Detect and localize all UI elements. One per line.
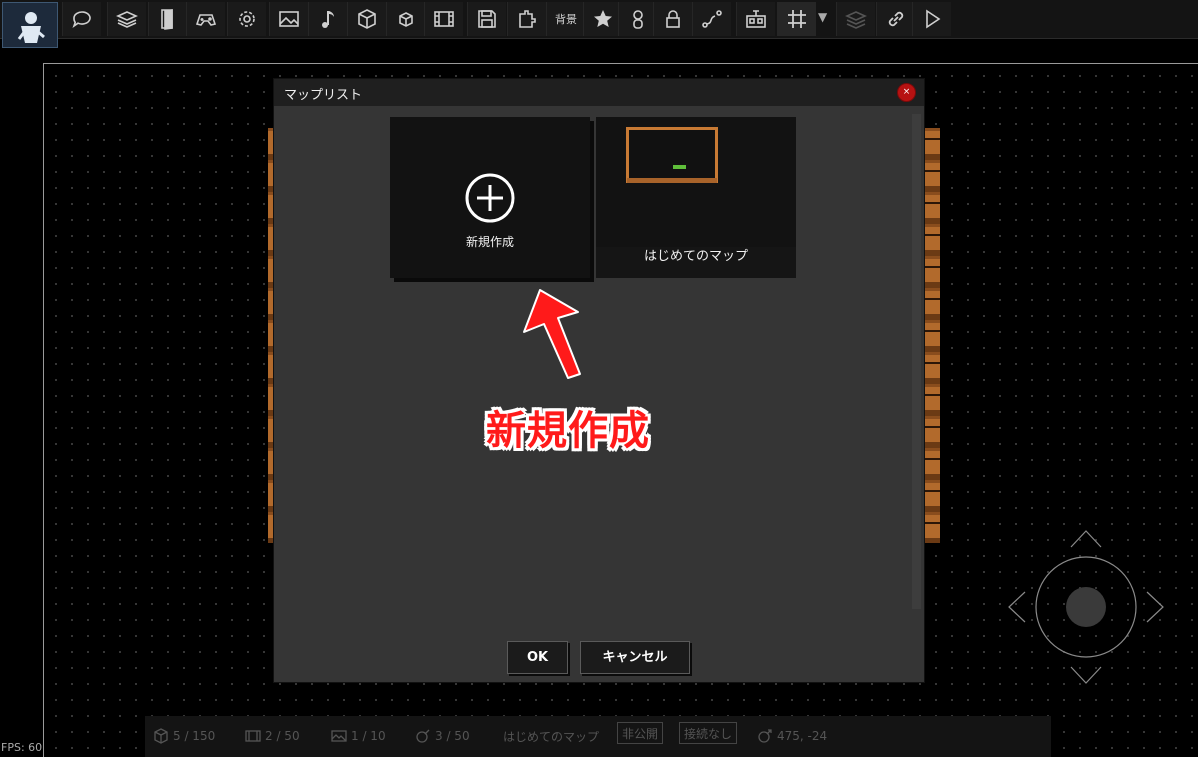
image-icon[interactable] xyxy=(269,2,308,36)
person-icon[interactable] xyxy=(618,2,657,36)
lock-icon[interactable] xyxy=(653,2,692,36)
new-map-card[interactable]: 新規作成 xyxy=(390,117,590,278)
status-map-name: はじめてのマップ xyxy=(503,728,599,745)
status-images: 1 / 10 xyxy=(331,728,386,744)
cube-icon xyxy=(154,728,168,744)
character-logo-icon xyxy=(17,12,45,43)
robot-icon[interactable] xyxy=(736,2,775,36)
film-icon[interactable] xyxy=(424,2,463,36)
image-icon xyxy=(331,730,347,742)
dialog-scrollbar[interactable] xyxy=(912,114,921,609)
map-wall-right xyxy=(922,128,940,543)
speech-bubble-icon[interactable] xyxy=(62,2,101,36)
ok-button[interactable]: OK xyxy=(507,641,568,674)
current-map-name: はじめてのマップ xyxy=(503,730,600,744)
dpad-down-icon xyxy=(1070,666,1102,684)
film-icon xyxy=(245,730,261,742)
status-switches: 3 / 50 xyxy=(415,728,470,744)
close-button[interactable]: × xyxy=(897,83,916,102)
switches-count: 3 / 50 xyxy=(435,729,470,743)
status-bar: 5 / 150 2 / 50 1 / 10 3 / 50 はじめてのマップ 非公… xyxy=(145,716,1051,757)
dpad-left-icon xyxy=(1008,591,1026,623)
map-list-dialog: マップリスト × 新規作成 はじめてのマップ OK キャンセル xyxy=(274,79,924,682)
layers-icon[interactable] xyxy=(836,2,875,36)
status-scenes: 2 / 50 xyxy=(245,728,300,744)
gamepad-icon[interactable] xyxy=(186,2,225,36)
dialog-header: マップリスト × xyxy=(274,79,924,106)
new-map-label: 新規作成 xyxy=(465,235,514,249)
annotation-text: 新規作成 xyxy=(486,408,650,454)
dpad-up-icon xyxy=(1070,530,1102,548)
plus-circle-icon xyxy=(465,173,515,223)
map-card-label: はじめてのマップ xyxy=(596,247,796,278)
objects-count: 5 / 150 xyxy=(173,729,216,743)
connection-badge[interactable]: 接続なし xyxy=(679,722,738,744)
background-label: 背景 xyxy=(555,13,577,26)
status-coords: 475, -24 xyxy=(757,728,827,744)
cancel-button[interactable]: キャンセル xyxy=(580,641,690,674)
fps-counter: FPS: 60 xyxy=(1,741,43,754)
grid-dropdown-caret[interactable]: ▼ xyxy=(818,10,827,24)
images-count: 1 / 10 xyxy=(351,729,386,743)
map-card[interactable]: はじめてのマップ xyxy=(596,117,796,278)
dpad-stick xyxy=(1066,587,1106,627)
music-note-icon[interactable] xyxy=(308,2,347,36)
cube-icon[interactable] xyxy=(347,2,386,36)
gear-icon[interactable] xyxy=(227,2,266,36)
path-icon[interactable] xyxy=(692,2,731,36)
plugin-icon[interactable] xyxy=(507,2,546,36)
annotation-arrow xyxy=(523,289,581,379)
link-icon[interactable] xyxy=(876,2,915,36)
dialog-title: マップリスト xyxy=(284,88,363,103)
status-objects: 5 / 150 xyxy=(153,728,215,744)
star-icon[interactable] xyxy=(583,2,622,36)
virtual-dpad[interactable] xyxy=(1005,527,1167,689)
coords-readout: 475, -24 xyxy=(777,729,828,743)
layers-stack-icon[interactable] xyxy=(107,2,146,36)
dpad-right-icon xyxy=(1146,591,1164,623)
scenes-count: 2 / 50 xyxy=(265,729,300,743)
map-thumbnail xyxy=(626,127,718,183)
cursor-position-icon xyxy=(758,729,772,743)
play-icon[interactable] xyxy=(912,2,951,36)
visibility-badge[interactable]: 非公開 xyxy=(617,722,664,744)
grid-icon[interactable] xyxy=(777,2,816,36)
background-button[interactable]: 背景 xyxy=(546,2,585,36)
save-icon[interactable] xyxy=(467,2,506,36)
door-icon[interactable] xyxy=(148,2,187,36)
switch-icon xyxy=(416,729,430,743)
app-logo[interactable] xyxy=(2,2,58,48)
toolbar: 背景 ▼ xyxy=(0,0,1198,48)
small-cube-icon[interactable] xyxy=(386,2,425,36)
